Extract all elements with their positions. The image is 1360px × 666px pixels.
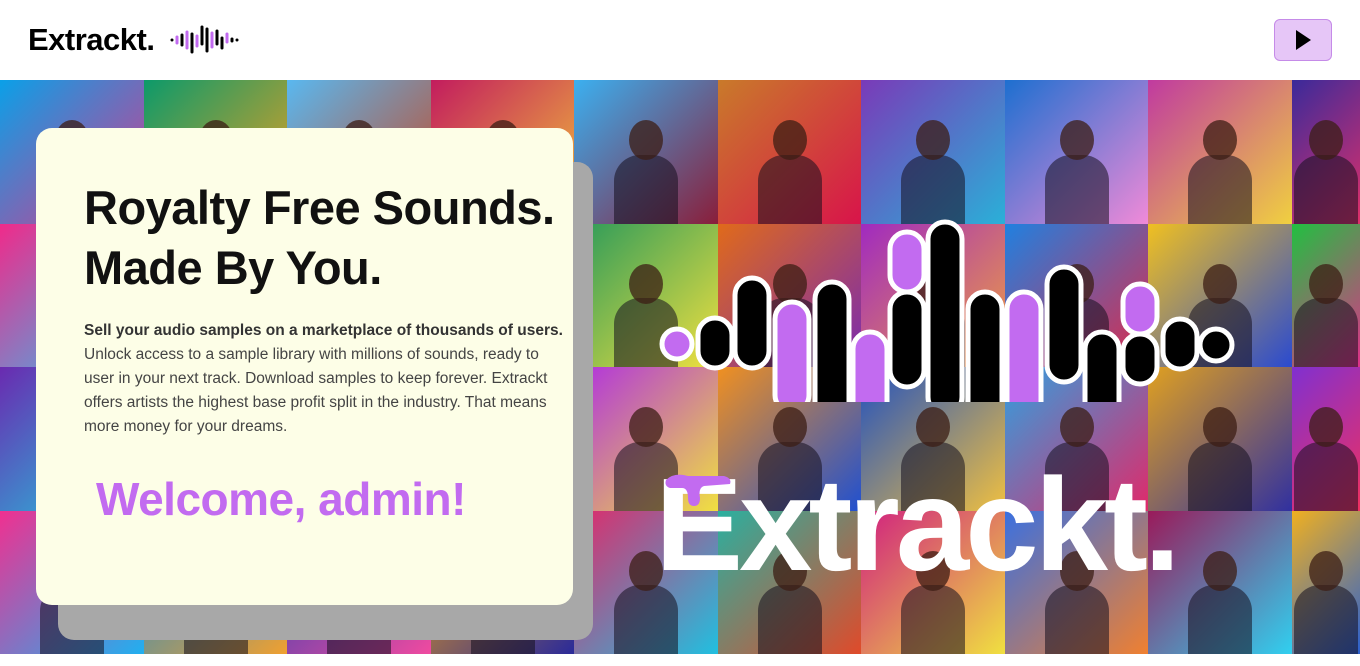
intro-card: Royalty Free Sounds. Made By You. Sell y…	[36, 128, 573, 605]
play-icon	[1296, 30, 1311, 50]
page-title: Royalty Free Sounds. Made By You.	[84, 178, 564, 298]
artist-head-shape	[1203, 551, 1237, 592]
artist-head-shape	[1309, 407, 1343, 448]
brand-logo-text[interactable]: Extrackt.	[28, 22, 155, 58]
description-lead: Sell your audio samples on a marketplace…	[84, 322, 563, 339]
artist-photo-tile	[1292, 80, 1360, 224]
large-soundwave-graphic	[659, 219, 1235, 402]
description-body: Unlock access to a sample library with m…	[84, 346, 548, 435]
artist-body-shape	[1294, 298, 1358, 367]
intro-description: Sell your audio samples on a marketplace…	[84, 319, 564, 439]
paint-drip-graphic	[665, 474, 731, 506]
soundwave-icon	[170, 25, 239, 54]
artist-body-shape	[1294, 441, 1358, 511]
artist-body-shape	[1188, 441, 1252, 511]
welcome-message: Welcome, admin!	[96, 473, 466, 525]
artist-body-shape	[1294, 154, 1358, 224]
artist-head-shape	[1059, 407, 1094, 448]
artist-head-shape	[1309, 551, 1343, 592]
hero-banner: Extrackt. Royalty Free Sounds. Made By Y…	[0, 80, 1360, 654]
artist-head-shape	[916, 407, 950, 448]
artist-head-shape	[772, 407, 807, 448]
artist-photo-tile	[1292, 511, 1360, 654]
artist-photo-tile	[1292, 367, 1360, 511]
artist-photo-tile	[1292, 224, 1360, 367]
artist-head-shape	[1203, 407, 1237, 448]
headline-line-2: Made By You.	[84, 241, 382, 294]
artist-head-shape	[629, 407, 663, 448]
artist-body-shape	[1188, 585, 1252, 654]
artist-head-shape	[1309, 264, 1343, 305]
top-navigation-bar: Extrackt.	[0, 0, 1360, 80]
headline-line-1: Royalty Free Sounds.	[84, 181, 555, 234]
play-button[interactable]	[1274, 19, 1332, 61]
artist-body-shape	[1294, 585, 1358, 654]
artist-head-shape	[1309, 120, 1343, 161]
